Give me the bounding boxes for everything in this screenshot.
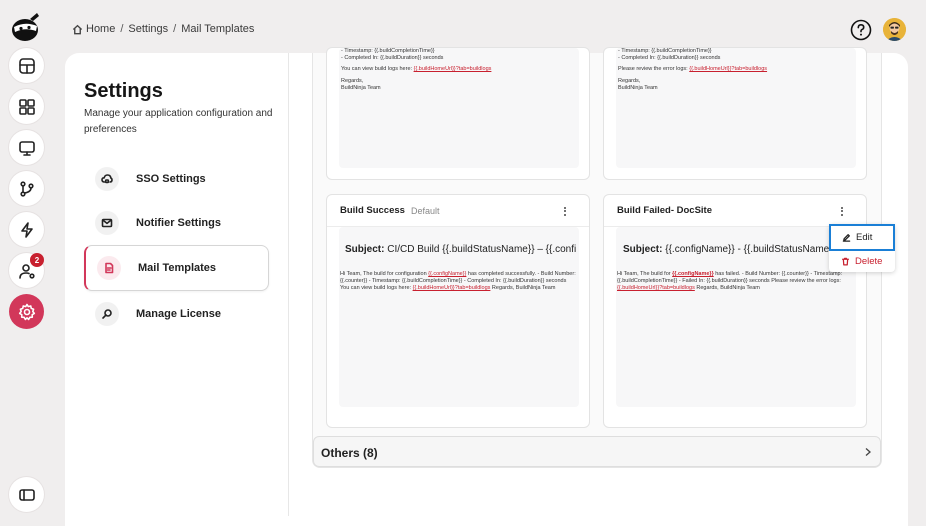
- rail-grid-button[interactable]: [9, 89, 44, 124]
- template-card-build-success[interactable]: Build Success Default Subject: CI/CD Bui…: [326, 194, 590, 428]
- subject-label: Subject:: [345, 244, 385, 255]
- trash-icon: [841, 257, 850, 266]
- build-logs-link[interactable]: {{.buildHomeUrl}}?tab=buildlogs: [414, 66, 492, 72]
- default-tag: Default: [411, 206, 440, 216]
- key-search-icon: [95, 302, 119, 326]
- subject-value: CI/CD Build {{.buildStatusName}} – {{.co…: [384, 244, 577, 255]
- rail-collapse-button[interactable]: [9, 477, 44, 512]
- pencil-icon: [842, 234, 851, 242]
- template-body: - Timestamp: {{.buildCompletionTime}} - …: [341, 48, 577, 92]
- chevron-right-icon: [865, 448, 871, 456]
- gear-icon: [18, 303, 35, 320]
- template-card[interactable]: - Timestamp: {{.buildCompletionTime}} - …: [326, 47, 590, 180]
- rail-git-button[interactable]: [9, 171, 44, 206]
- rail-dashboard-button[interactable]: [9, 48, 44, 83]
- mail-icon: [95, 211, 119, 235]
- others-label: Others (8): [321, 446, 378, 460]
- template-preview: Subject: CI/CD Build {{.buildStatusName}…: [339, 227, 579, 407]
- template-body: Hi Team, The build for {{.configName}} h…: [617, 271, 854, 292]
- breadcrumb-home[interactable]: Home: [86, 23, 115, 35]
- subject-label: Subject:: [623, 244, 663, 255]
- body-line: - Timestamp: {{.buildCompletionTime}}: [341, 48, 435, 54]
- template-subject: Subject: CI/CD Build {{.buildStatusName}…: [345, 244, 577, 255]
- nav-item-label: Notifier Settings: [136, 217, 221, 229]
- sidebar-toggle-icon: [18, 488, 35, 501]
- more-options-icon[interactable]: [561, 204, 569, 218]
- rail-monitor-button[interactable]: [9, 130, 44, 165]
- others-accordion[interactable]: Others (8): [313, 436, 881, 467]
- delete-menu-item[interactable]: Delete: [829, 251, 895, 272]
- avatar[interactable]: [883, 18, 906, 41]
- body-line: Regards,: [341, 78, 364, 84]
- page-subtitle: Manage your application configuration an…: [84, 108, 273, 135]
- body-line: Please review the error logs: {{.buildHo…: [618, 66, 854, 73]
- body-text: Hi Team, The build for: [617, 271, 673, 277]
- template-body: - Timestamp: {{.buildCompletionTime}} - …: [618, 48, 854, 92]
- rail-settings-button[interactable]: [9, 294, 44, 329]
- template-body: Hi Team, The build for configuration {{.…: [340, 271, 577, 292]
- breadcrumb-current: Mail Templates: [181, 23, 255, 35]
- body-text: Regards, BuildNinja Team: [694, 285, 760, 291]
- nav-item-label: Manage License: [136, 308, 221, 320]
- edit-menu-item[interactable]: Edit: [829, 224, 895, 251]
- home-icon: [72, 24, 83, 34]
- delete-label: Delete: [855, 256, 883, 267]
- template-preview: - Timestamp: {{.buildCompletionTime}} - …: [616, 48, 856, 168]
- body-text: You can view build logs here:: [341, 66, 414, 72]
- notification-badge: 2: [30, 253, 44, 267]
- breadcrumb-separator: /: [120, 23, 124, 35]
- template-card-build-failed[interactable]: Build Failed- DocSite Subject: {{.config…: [603, 194, 867, 428]
- breadcrumb-separator: /: [173, 23, 177, 35]
- subject-value: {{.configName}} - {{.buildStatusName(str…: [662, 244, 846, 255]
- template-card[interactable]: - Timestamp: {{.buildCompletionTime}} - …: [603, 47, 867, 180]
- nav-item-manage-license[interactable]: Manage License: [84, 291, 269, 337]
- nav-item-notifier-settings[interactable]: Notifier Settings: [84, 200, 269, 246]
- body-line: - Completed In: {{.buildDuration}} secon…: [341, 55, 444, 61]
- help-icon[interactable]: [850, 19, 872, 41]
- templates-content: - Timestamp: {{.buildCompletionTime}} - …: [312, 47, 882, 468]
- rail-lightning-button[interactable]: [9, 212, 44, 247]
- body-line: Regards,: [618, 78, 641, 84]
- lightning-icon: [20, 221, 33, 238]
- card-context-menu: Edit Delete: [829, 224, 895, 272]
- nav-item-label: Mail Templates: [138, 262, 217, 274]
- monitor-icon: [18, 140, 35, 156]
- body-line: BuildNinja Team: [341, 85, 381, 91]
- template-subject: Subject: {{.configName}} - {{.buildStatu…: [623, 244, 854, 255]
- build-logs-link[interactable]: {{.buildHomeUrl}}?tab=buildlogs: [689, 66, 767, 72]
- build-logs-link[interactable]: {{.buildHomeUrl}}?tab=buildlogs: [413, 285, 491, 291]
- layout-icon: [18, 57, 35, 74]
- body-line: BuildNinja Team: [618, 85, 658, 91]
- body-text: Regards, BuildNinja Team: [490, 285, 556, 291]
- breadcrumb-settings[interactable]: Settings: [128, 23, 168, 35]
- cloud-lock-icon: [95, 167, 119, 191]
- app-rail: 2: [0, 0, 52, 526]
- card-title: Build Failed- DocSite: [617, 205, 713, 216]
- build-logs-link[interactable]: {{.buildHomeUrl}}?tab=buildlogs: [617, 285, 695, 291]
- document-icon: [97, 256, 121, 280]
- settings-sidebar: Settings Manage your application configu…: [65, 53, 289, 516]
- page-title: Settings: [84, 80, 163, 102]
- grid-icon: [18, 98, 35, 115]
- body-text: Hi Team, The build for configuration: [340, 271, 429, 277]
- card-title: Build Success: [340, 205, 405, 216]
- body-line: - Timestamp: {{.buildCompletionTime}}: [618, 48, 712, 54]
- edit-label: Edit: [856, 232, 873, 243]
- main-panel: Settings Manage your application configu…: [65, 47, 908, 526]
- template-preview: - Timestamp: {{.buildCompletionTime}} - …: [339, 48, 579, 168]
- nav-item-label: SSO Settings: [136, 173, 206, 185]
- body-line: You can view build logs here: {{.buildHo…: [341, 66, 577, 73]
- config-name-token: {{.configName}}: [672, 271, 714, 277]
- nav-item-sso-settings[interactable]: SSO Settings: [84, 156, 269, 202]
- breadcrumb: Home / Settings / Mail Templates: [72, 23, 254, 35]
- git-branch-icon: [19, 180, 34, 197]
- user-avatar-icon: [883, 18, 906, 41]
- more-options-icon[interactable]: [838, 204, 846, 218]
- body-line: - Completed In: {{.buildDuration}} secon…: [618, 55, 721, 61]
- body-text: Please review the error logs:: [618, 66, 690, 72]
- ninja-logo-icon[interactable]: [10, 12, 42, 42]
- template-preview: Subject: {{.configName}} - {{.buildStatu…: [616, 227, 856, 407]
- config-name-token: {{.configName}}: [428, 271, 467, 277]
- nav-item-mail-templates[interactable]: Mail Templates: [84, 245, 269, 291]
